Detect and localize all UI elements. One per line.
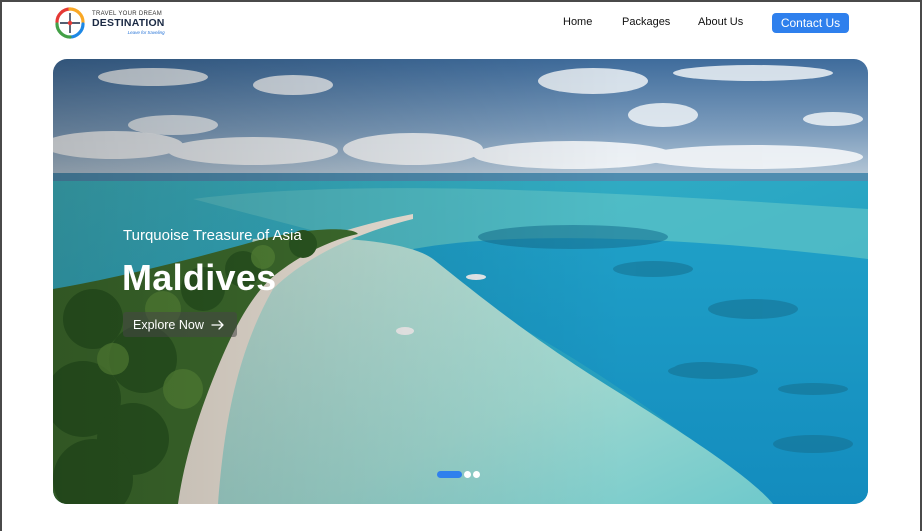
explore-now-button[interactable]: Explore Now bbox=[123, 312, 237, 337]
site-header: TRAVEL YOUR DREAM DESTINATION Leave for … bbox=[0, 0, 922, 46]
main-nav: Home Packages About Us Contact Us bbox=[0, 13, 922, 33]
arrow-right-icon bbox=[211, 319, 224, 330]
explore-now-label: Explore Now bbox=[133, 317, 204, 332]
carousel-dot-2[interactable] bbox=[464, 470, 471, 478]
contact-us-button[interactable]: Contact Us bbox=[772, 13, 849, 33]
hero-subtitle: Turquoise Treasure of Asia bbox=[123, 227, 302, 244]
nav-about-us[interactable]: About Us bbox=[698, 16, 743, 28]
nav-packages[interactable]: Packages bbox=[622, 16, 670, 28]
nav-home[interactable]: Home bbox=[563, 16, 592, 28]
carousel-dot-1[interactable] bbox=[437, 470, 462, 478]
hero-title: Maldives bbox=[122, 257, 277, 298]
carousel-dot-3[interactable] bbox=[473, 470, 480, 478]
carousel-pagination bbox=[437, 470, 480, 478]
hero-carousel: Turquoise Treasure of Asia Maldives Expl… bbox=[53, 59, 868, 504]
